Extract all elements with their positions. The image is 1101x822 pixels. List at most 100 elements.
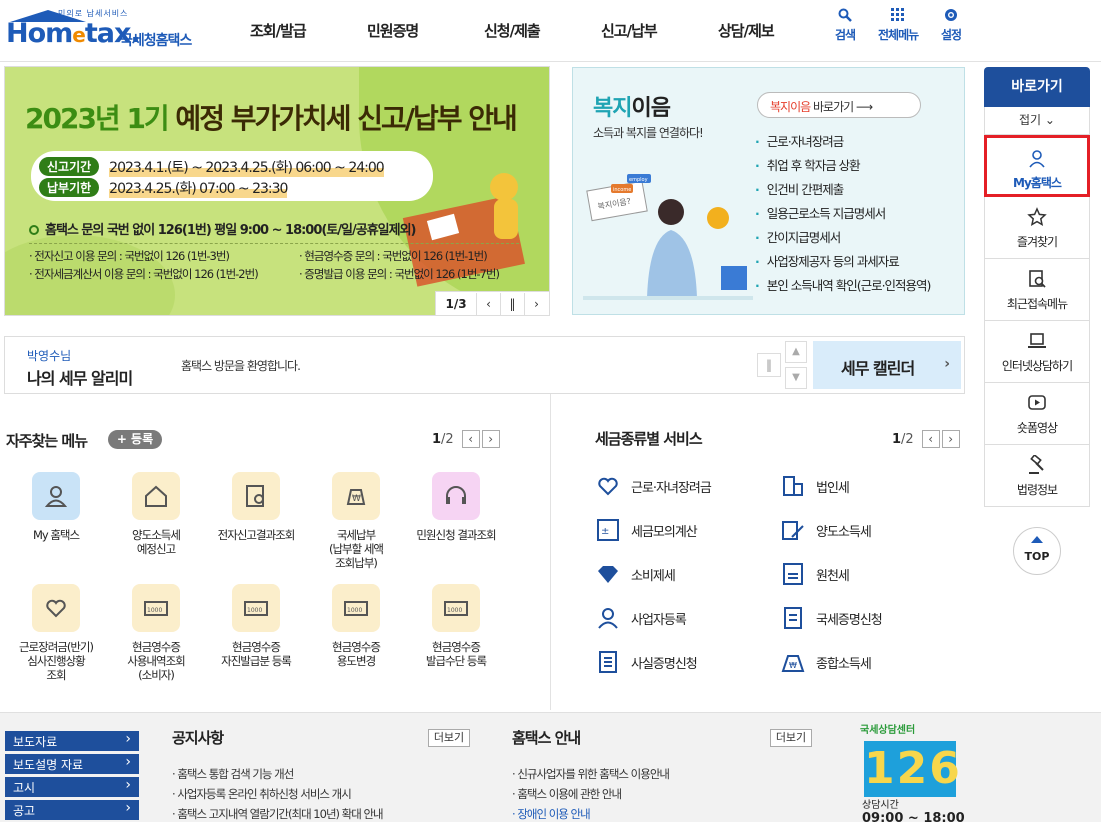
user-icon bbox=[32, 472, 80, 520]
notice-item[interactable]: 홈택스 고지내역 열람기간(최대 10년) 확대 안내 bbox=[172, 806, 477, 822]
gnb-apply[interactable]: 신청/제출 bbox=[484, 20, 601, 41]
notice-item[interactable]: 홈택스 통합 검색 기능 개선 bbox=[172, 766, 477, 786]
welfare-item[interactable]: 일용근로소득 지급명세서 bbox=[755, 202, 930, 226]
welfare-item[interactable]: 취업 후 학자금 상환 bbox=[755, 154, 930, 178]
building-icon bbox=[783, 476, 803, 496]
quick-menu-fold-button[interactable]: 접기 ⌄ bbox=[984, 107, 1090, 135]
notifier-down-button[interactable]: ▼ bbox=[785, 367, 807, 389]
tax-earned-income-credit[interactable]: 근로·자녀장려금 bbox=[595, 473, 712, 499]
welfare-list: 근로·자녀장려금 취업 후 학자금 상환 인건비 간편제출 일용근로소득 지급명… bbox=[755, 130, 932, 298]
consult-center-126[interactable]: 국세상담센터 126 상담시간 09:00 ~ 18:00 bbox=[860, 721, 980, 822]
quick-online-consult[interactable]: 인터넷상담하기 bbox=[984, 321, 1090, 383]
notifier-pause-button[interactable]: ‖ bbox=[757, 353, 781, 377]
welfare-go-button[interactable]: 복지이음 바로가기 ⟶ bbox=[757, 92, 921, 118]
fav-civil-result[interactable]: 민원신청 결과조회 bbox=[406, 472, 506, 542]
svg-text:±: ± bbox=[601, 526, 609, 537]
fav-tax-payment[interactable]: ₩ 국세납부 (납부할 세액 조회납부) bbox=[306, 472, 406, 570]
quick-menu: 바로가기 접기 ⌄ My홈택스 즐겨찾기 최근접속메뉴 인터넷상담하기 숏폼영상… bbox=[984, 67, 1090, 507]
fav-receipt-method[interactable]: 1000 현금영수증 발급수단 등록 bbox=[406, 584, 506, 668]
hometax-logo[interactable]: 민의로 납세서비스 Hometax. 국세청홈택스 bbox=[6, 6, 196, 50]
footer: 보도자료 보도설명 자료 고시 공고 공지사항 더보기 홈택스 통합 검색 기능… bbox=[0, 712, 1101, 822]
settings-button[interactable]: 설정 bbox=[941, 8, 962, 43]
search-button[interactable]: 검색 bbox=[835, 8, 856, 43]
guide-item[interactable]: 홈택스 이용에 관한 안내 bbox=[512, 786, 817, 806]
user-icon bbox=[1029, 150, 1045, 168]
tax-business-registration[interactable]: 사업자등록 bbox=[595, 605, 687, 631]
tax-consumption[interactable]: 소비제세 bbox=[595, 561, 676, 587]
welfare-item[interactable]: 근로·자녀장려금 bbox=[755, 130, 930, 154]
bullet-icon bbox=[29, 225, 39, 235]
fav-receipt-use-change[interactable]: 1000 현금영수증 용도변경 bbox=[306, 584, 406, 668]
notices-more-button[interactable]: 더보기 bbox=[428, 729, 470, 747]
footer-link-announcement[interactable]: 공고 bbox=[5, 800, 139, 820]
favorites-prev-button[interactable]: ‹ bbox=[461, 430, 480, 448]
vat-banner[interactable]: 2023년 1기 예정 부가가치세 신고/납부 안내 신고기간 2023.4.1.… bbox=[4, 66, 550, 316]
footer-link-press-explain[interactable]: 보도설명 자료 bbox=[5, 754, 139, 774]
contact-line: · 현금영수증 문의 : 국번없이 126 (1번-1번) bbox=[299, 249, 488, 263]
quick-my-hometax[interactable]: My홈택스 bbox=[984, 135, 1090, 197]
tax-services-title: 세금종류별 서비스 bbox=[595, 430, 703, 448]
gnb-inquiry[interactable]: 조회/발급 bbox=[250, 20, 367, 41]
fav-earned-income-credit[interactable]: 근로장려금(반기) 심사진행상황 조회 bbox=[6, 584, 106, 682]
tax-fact-certificate[interactable]: 사실증명신청 bbox=[595, 649, 698, 675]
welfare-title: 복지이음 bbox=[593, 96, 671, 121]
footer-link-notice-gosi[interactable]: 고시 bbox=[5, 777, 139, 797]
guide-item[interactable]: 장애인 이용 안내 bbox=[512, 806, 817, 822]
footer-link-press[interactable]: 보도자료 bbox=[5, 731, 139, 751]
house-icon bbox=[132, 472, 180, 520]
consult-hours: 상담시간 09:00 ~ 18:00 bbox=[862, 800, 965, 822]
panel-divider bbox=[550, 394, 551, 710]
quick-short-video[interactable]: 숏폼영상 bbox=[984, 383, 1090, 445]
banknote-icon: 1000 bbox=[432, 584, 480, 632]
quick-favorites[interactable]: 즐겨찾기 bbox=[984, 197, 1090, 259]
tax-certificate-request[interactable]: 국세증명신청 bbox=[780, 605, 883, 631]
footer-guide: 홈택스 안내 더보기 신규사업자를 위한 홈택스 이용안내 홈택스 이용에 관한… bbox=[512, 727, 817, 822]
gnb-report-pay[interactable]: 신고/납부 bbox=[601, 20, 718, 41]
tax-services-prev-button[interactable]: ‹ bbox=[921, 430, 940, 448]
diamond-icon bbox=[598, 566, 618, 583]
scroll-top-button[interactable]: TOP bbox=[1013, 527, 1061, 575]
tax-corporate[interactable]: 법인세 bbox=[780, 473, 850, 499]
banner-contact-lines: · 전자신고 이용 문의 : 국번없이 126 (1번-3번) · 현금영수증 … bbox=[29, 243, 519, 282]
fav-e-filing-result[interactable]: 전자신고결과조회 bbox=[206, 472, 306, 542]
welfare-item[interactable]: 간이지급명세서 bbox=[755, 226, 930, 250]
notifier-up-button[interactable]: ▲ bbox=[785, 341, 807, 363]
quick-law-info[interactable]: 법령정보 bbox=[984, 445, 1090, 507]
gnb-consult[interactable]: 상담/제보 bbox=[718, 20, 835, 41]
quick-menu-title: 바로가기 bbox=[984, 67, 1090, 107]
fav-receipt-usage[interactable]: 1000 현금영수증 사용내역조회 (소비자) bbox=[106, 584, 206, 682]
welfare-item[interactable]: 본인 소득내역 확인(근로·인적용역) bbox=[755, 274, 932, 298]
illus-tag-text: income bbox=[613, 187, 631, 193]
recent-search-icon bbox=[1029, 270, 1046, 288]
notifier-title: 나의 세무 알리미 bbox=[27, 369, 133, 388]
svg-text:1000: 1000 bbox=[447, 607, 462, 614]
fav-transfer-tax[interactable]: 양도소득세 예정신고 bbox=[106, 472, 206, 556]
fav-my-hometax[interactable]: My 홈택스 bbox=[6, 472, 106, 542]
all-menu-button[interactable]: 전체메뉴 bbox=[878, 8, 919, 43]
tax-calendar-button[interactable]: 세무 캘린더 › bbox=[813, 341, 961, 389]
gnb-certificates[interactable]: 민원증명 bbox=[367, 20, 484, 41]
document-icon bbox=[784, 607, 802, 629]
tax-services-next-button[interactable]: › bbox=[941, 430, 960, 448]
notice-item[interactable]: 사업자등록 온라인 취하신청 서비스 개시 bbox=[172, 786, 477, 806]
fav-receipt-self-issue[interactable]: 1000 현금영수증 자진발급분 등록 bbox=[206, 584, 306, 668]
favorites-register-button[interactable]: + 등록 bbox=[108, 430, 162, 449]
banner-prev-button[interactable]: ‹ bbox=[476, 292, 500, 315]
tax-withholding[interactable]: 원천세 bbox=[780, 561, 850, 587]
svg-text:1000: 1000 bbox=[147, 607, 162, 614]
banner-pause-button[interactable]: ‖ bbox=[500, 292, 524, 315]
banner-next-button[interactable]: › bbox=[524, 292, 548, 315]
money-bag-icon: ₩ bbox=[781, 655, 805, 672]
welfare-item[interactable]: 사업장제공자 등의 과세자료 bbox=[755, 250, 930, 274]
guide-more-button[interactable]: 더보기 bbox=[770, 729, 812, 747]
welfare-item[interactable]: 인건비 간편제출 bbox=[755, 178, 930, 202]
guide-item[interactable]: 신규사업자를 위한 홈택스 이용안내 bbox=[512, 766, 817, 786]
quick-recent-menu[interactable]: 최근접속메뉴 bbox=[984, 259, 1090, 321]
banknote-icon: 1000 bbox=[332, 584, 380, 632]
tax-transfer-income[interactable]: 양도소득세 bbox=[780, 517, 872, 543]
tax-simulation[interactable]: ± 세금모의계산 bbox=[595, 517, 698, 543]
notifier-message: 홈택스 방문을 환영합니다. bbox=[181, 359, 301, 373]
favorites-next-button[interactable]: › bbox=[481, 430, 500, 448]
tax-comprehensive-income[interactable]: ₩ 종합소득세 bbox=[780, 649, 872, 675]
welfare-link-box: 복지이음 소득과 복지를 연결하다! 복지이음 바로가기 ⟶ 근로·자녀장려금 … bbox=[572, 67, 965, 315]
